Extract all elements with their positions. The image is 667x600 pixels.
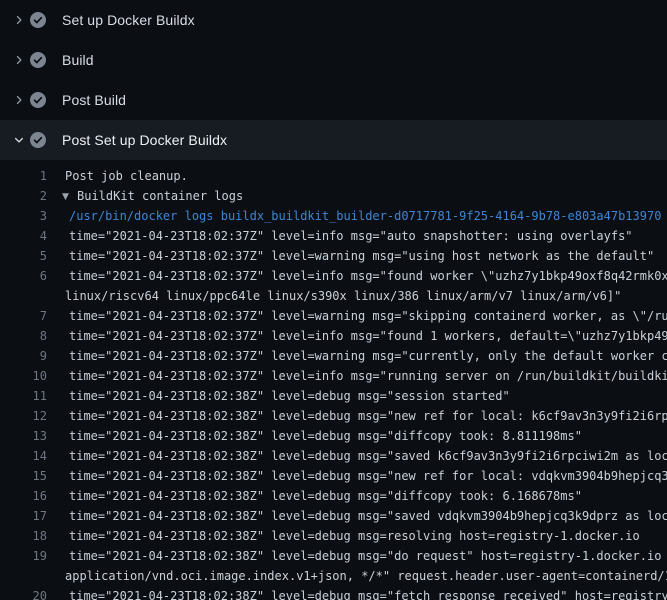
line-number[interactable]: 18 xyxy=(0,526,47,546)
log-text: time="2021-04-23T18:02:37Z" level=info m… xyxy=(47,326,667,346)
chevron-right-icon xyxy=(13,94,30,106)
log-line: 17 time="2021-04-23T18:02:38Z" level=deb… xyxy=(0,506,667,526)
log-line: 19 time="2021-04-23T18:02:38Z" level=deb… xyxy=(0,546,667,566)
line-number[interactable]: 15 xyxy=(0,466,47,486)
log-line: 11 time="2021-04-23T18:02:38Z" level=deb… xyxy=(0,386,667,406)
chevron-right-icon xyxy=(13,14,30,26)
actions-log-viewer: Set up Docker Buildx Build Post Build Po… xyxy=(0,0,667,600)
log-line: 6 time="2021-04-23T18:02:37Z" level=info… xyxy=(0,266,667,286)
line-number[interactable]: 17 xyxy=(0,506,47,526)
line-number[interactable]: 2 xyxy=(0,186,47,206)
group-open-triangle-icon: ▼ xyxy=(62,187,77,206)
log-text: time="2021-04-23T18:02:38Z" level=debug … xyxy=(47,446,667,466)
log-text: time="2021-04-23T18:02:38Z" level=debug … xyxy=(47,406,667,426)
line-number[interactable]: 16 xyxy=(0,486,47,506)
log-text: time="2021-04-23T18:02:38Z" level=debug … xyxy=(47,486,667,506)
log-text: time="2021-04-23T18:02:38Z" level=debug … xyxy=(47,526,667,546)
line-number[interactable]: 19 xyxy=(0,546,47,566)
log-line: 10 time="2021-04-23T18:02:37Z" level=inf… xyxy=(0,366,667,386)
step-header-post-set-up-docker-buildx[interactable]: Post Set up Docker Buildx xyxy=(0,120,667,160)
log-text: time="2021-04-23T18:02:38Z" level=debug … xyxy=(47,506,667,526)
log-group-toggle[interactable]: 2 ▼BuildKit container logs xyxy=(0,186,667,206)
log-line: 1 Post job cleanup. xyxy=(0,166,667,186)
step-title: Build xyxy=(62,52,94,68)
step-log: 1 Post job cleanup. 2 ▼BuildKit containe… xyxy=(0,160,667,600)
step-title: Post Build xyxy=(62,92,126,108)
step-title: Post Set up Docker Buildx xyxy=(62,132,227,148)
log-line: 9 time="2021-04-23T18:02:37Z" level=warn… xyxy=(0,346,667,366)
line-number xyxy=(0,566,47,586)
log-text: time="2021-04-23T18:02:37Z" level=info m… xyxy=(47,366,667,386)
log-line-wrap: linux/riscv64 linux/ppc64le linux/s390x … xyxy=(0,286,667,306)
line-number[interactable]: 6 xyxy=(0,266,47,286)
log-text: time="2021-04-23T18:02:38Z" level=debug … xyxy=(47,586,667,600)
group-title: BuildKit container logs xyxy=(77,189,243,203)
line-number[interactable]: 13 xyxy=(0,426,47,446)
check-circle-icon xyxy=(30,92,46,108)
line-number[interactable]: 3 xyxy=(0,206,47,226)
log-line-wrap: application/vnd.oci.image.index.v1+json,… xyxy=(0,566,667,586)
log-line: 14 time="2021-04-23T18:02:38Z" level=deb… xyxy=(0,446,667,466)
line-number[interactable]: 8 xyxy=(0,326,47,346)
log-line: 3 /usr/bin/docker logs buildx_buildkit_b… xyxy=(0,206,667,226)
log-line: 4 time="2021-04-23T18:02:37Z" level=info… xyxy=(0,226,667,246)
log-text: time="2021-04-23T18:02:37Z" level=info m… xyxy=(47,226,667,246)
line-number[interactable]: 20 xyxy=(0,586,47,600)
log-line: 18 time="2021-04-23T18:02:38Z" level=deb… xyxy=(0,526,667,546)
line-number xyxy=(0,286,47,306)
chevron-right-icon xyxy=(13,54,30,66)
step-header-build[interactable]: Build xyxy=(0,40,667,80)
line-number[interactable]: 11 xyxy=(0,386,47,406)
log-text: time="2021-04-23T18:02:37Z" level=warnin… xyxy=(47,246,667,266)
step-header-post-build[interactable]: Post Build xyxy=(0,80,667,120)
line-number[interactable]: 4 xyxy=(0,226,47,246)
step-title: Set up Docker Buildx xyxy=(62,12,195,28)
log-text: time="2021-04-23T18:02:38Z" level=debug … xyxy=(47,386,667,406)
line-number[interactable]: 7 xyxy=(0,306,47,326)
log-line: 8 time="2021-04-23T18:02:37Z" level=info… xyxy=(0,326,667,346)
log-command-text: /usr/bin/docker logs buildx_buildkit_bui… xyxy=(47,206,667,226)
line-number[interactable]: 9 xyxy=(0,346,47,366)
log-text-continuation: application/vnd.oci.image.index.v1+json,… xyxy=(47,566,667,586)
log-text: ▼BuildKit container logs xyxy=(47,186,667,206)
log-line: 12 time="2021-04-23T18:02:38Z" level=deb… xyxy=(0,406,667,426)
log-text: time="2021-04-23T18:02:38Z" level=debug … xyxy=(47,426,667,446)
log-line: 15 time="2021-04-23T18:02:38Z" level=deb… xyxy=(0,466,667,486)
log-line: 7 time="2021-04-23T18:02:37Z" level=warn… xyxy=(0,306,667,326)
line-number[interactable]: 1 xyxy=(0,166,47,186)
log-text: time="2021-04-23T18:02:38Z" level=debug … xyxy=(47,466,667,486)
log-text: time="2021-04-23T18:02:37Z" level=warnin… xyxy=(47,346,667,366)
log-line: 16 time="2021-04-23T18:02:38Z" level=deb… xyxy=(0,486,667,506)
log-text: time="2021-04-23T18:02:37Z" level=info m… xyxy=(47,266,667,286)
check-circle-icon xyxy=(30,132,46,148)
line-number[interactable]: 5 xyxy=(0,246,47,266)
line-number[interactable]: 12 xyxy=(0,406,47,426)
log-text-continuation: linux/riscv64 linux/ppc64le linux/s390x … xyxy=(47,286,667,306)
log-text: time="2021-04-23T18:02:38Z" level=debug … xyxy=(47,546,667,566)
log-line: 5 time="2021-04-23T18:02:37Z" level=warn… xyxy=(0,246,667,266)
chevron-down-icon xyxy=(13,134,30,146)
log-text: Post job cleanup. xyxy=(47,166,667,186)
log-line: 13 time="2021-04-23T18:02:38Z" level=deb… xyxy=(0,426,667,446)
log-text: time="2021-04-23T18:02:37Z" level=warnin… xyxy=(47,306,667,326)
line-number[interactable]: 10 xyxy=(0,366,47,386)
step-header-set-up-docker-buildx[interactable]: Set up Docker Buildx xyxy=(0,0,667,40)
check-circle-icon xyxy=(30,12,46,28)
line-number[interactable]: 14 xyxy=(0,446,47,466)
check-circle-icon xyxy=(30,52,46,68)
log-line: 20 time="2021-04-23T18:02:38Z" level=deb… xyxy=(0,586,667,600)
